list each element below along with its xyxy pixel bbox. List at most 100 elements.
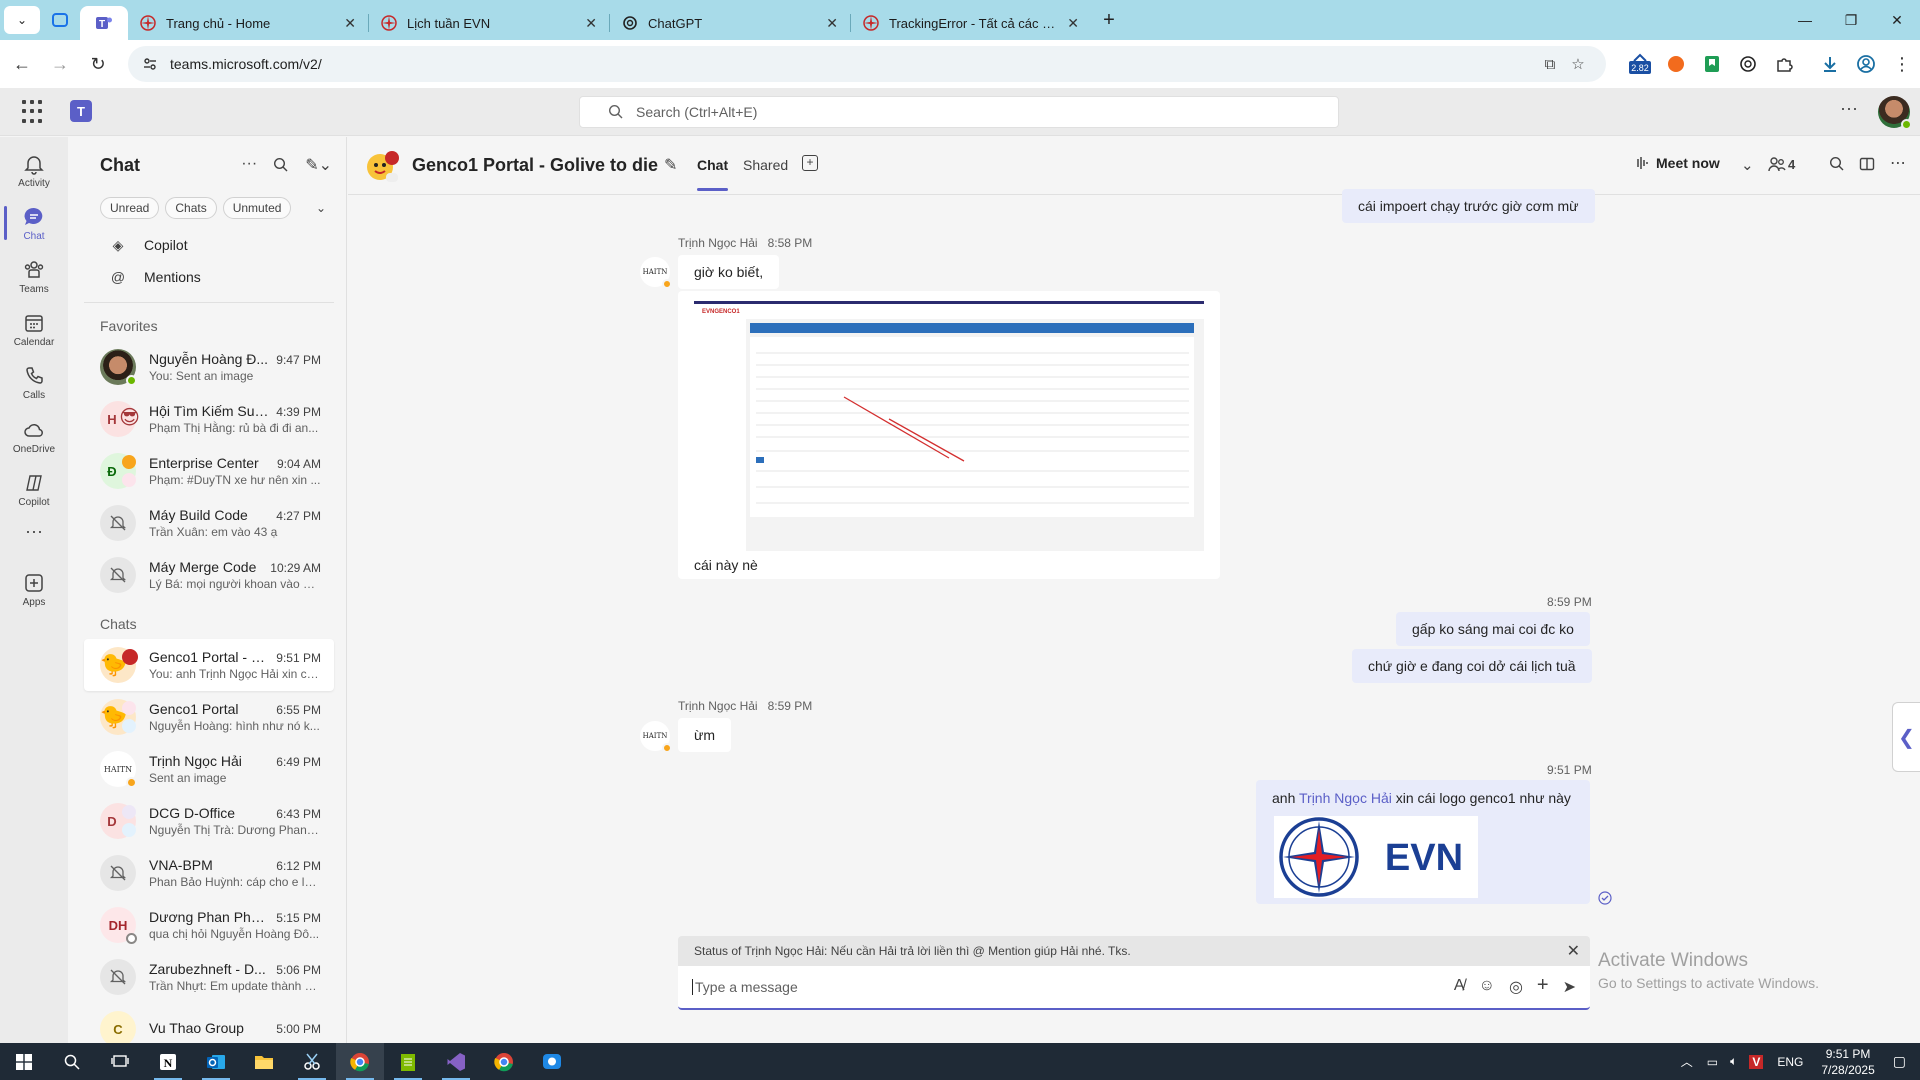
chat-item[interactable]: C Vu Thao Group 5:00 PM xyxy=(84,1003,334,1043)
network-icon[interactable]: ▭ xyxy=(1707,1055,1718,1069)
pinned-tab-workspaces[interactable] xyxy=(40,0,80,40)
search-input[interactable]: Search (Ctrl+Alt+E) xyxy=(579,96,1339,128)
send-icon[interactable]: ➤ xyxy=(1563,977,1576,997)
taskbar-app-visual-studio[interactable] xyxy=(432,1043,480,1080)
close-tab-icon[interactable]: ✕ xyxy=(344,15,356,32)
chevron-up-icon[interactable]: ︿ xyxy=(1681,1053,1693,1070)
shared-screenshot-image[interactable]: EVNGENCO1 xyxy=(694,301,1204,551)
task-view-button[interactable] xyxy=(96,1043,144,1080)
filter-chats[interactable]: Chats xyxy=(165,197,217,219)
green-bookmark-extension-icon[interactable] xyxy=(1694,46,1730,82)
taskbar-app-outlook[interactable] xyxy=(192,1043,240,1080)
rail-chat[interactable]: Chat xyxy=(0,196,68,250)
chat-item[interactable]: 🐤 Genco1 Portal 6:55 PM Nguyễn Hoàng: hìn… xyxy=(84,691,334,743)
tab-teams[interactable]: T xyxy=(80,6,128,40)
sender-avatar[interactable]: HAITN xyxy=(640,721,672,753)
group-avatar[interactable] xyxy=(366,149,400,183)
plus-icon[interactable]: + xyxy=(1537,975,1549,997)
tab-chatgpt[interactable]: ChatGPT ✕ xyxy=(610,6,850,40)
bookmark-star-icon[interactable]: ☆ xyxy=(1564,50,1592,78)
chat-item[interactable]: Nguyễn Hoàng Đ... 9:47 PM You: Sent an im… xyxy=(84,341,334,393)
site-info-icon[interactable] xyxy=(142,56,158,72)
pop-out-icon[interactable] xyxy=(1859,156,1875,172)
message-composer[interactable]: Type a message A̸ ☺ ◎ + ➤ xyxy=(678,966,1590,1010)
taskbar-app-explorer[interactable] xyxy=(240,1043,288,1080)
restore-button[interactable]: ❐ xyxy=(1828,0,1874,40)
taskbar-app-notion[interactable]: N xyxy=(144,1043,192,1080)
rail-teams[interactable]: Teams xyxy=(0,249,68,303)
close-tab-icon[interactable]: ✕ xyxy=(826,15,838,32)
tab-shared[interactable]: Shared xyxy=(743,157,788,173)
chat-item[interactable]: H 😎 Hội Tìm Kiếm Sug... 4:39 PM Phạm Thị … xyxy=(84,393,334,445)
search-icon[interactable] xyxy=(1829,156,1845,172)
taskbar-app-chrome[interactable] xyxy=(336,1043,384,1080)
tab-search-button[interactable]: ⌄ xyxy=(4,6,40,34)
rail-calendar[interactable]: Calendar xyxy=(0,302,68,356)
antivirus-icon[interactable]: V xyxy=(1749,1054,1764,1069)
rail-more-apps[interactable]: ··· xyxy=(0,515,68,547)
rail-activity[interactable]: Activity xyxy=(0,143,68,197)
reload-button[interactable]: ↻ xyxy=(82,48,114,80)
tab-tracking-error[interactable]: TrackingError - Tất cả các Khoả ✕ xyxy=(851,6,1091,40)
chat-item[interactable]: VNA-BPM 6:12 PM Phan Bảo Huỳnh: cáp cho e… xyxy=(84,847,334,899)
new-chat-icon[interactable]: ✎⌄ xyxy=(305,155,332,175)
downloads-icon[interactable] xyxy=(1812,46,1848,82)
message-input[interactable]: Type a message xyxy=(695,979,1454,995)
tab-trang-chu[interactable]: Trang chủ - Home ✕ xyxy=(128,6,368,40)
input-language[interactable]: ENG xyxy=(1777,1055,1803,1069)
close-icon[interactable]: ✕ xyxy=(1567,941,1580,961)
chat-item[interactable]: Đ Enterprise Center 9:04 AM Phạm: #DuyTN … xyxy=(84,445,334,497)
edit-name-icon[interactable]: ✎ xyxy=(664,155,677,175)
mention-link[interactable]: Trịnh Ngọc Hải xyxy=(1299,790,1392,806)
add-tab-icon[interactable]: + xyxy=(802,155,818,171)
taskbar-app-chat[interactable] xyxy=(528,1043,576,1080)
close-tab-icon[interactable]: ✕ xyxy=(1067,15,1079,32)
chats-header[interactable]: Chats xyxy=(68,609,346,639)
more-options-icon[interactable]: ⋯ xyxy=(1890,153,1906,173)
search-icon[interactable] xyxy=(273,157,289,173)
profile-icon[interactable] xyxy=(1848,46,1884,82)
close-tab-icon[interactable]: ✕ xyxy=(585,15,597,32)
chat-item[interactable]: Zarubezhneft - D... 5:06 PM Trần Nhựt: Em… xyxy=(84,951,334,1003)
minimize-button[interactable]: — xyxy=(1782,0,1828,40)
user-avatar[interactable] xyxy=(1878,96,1912,130)
filter-unread[interactable]: Unread xyxy=(100,197,160,219)
extensions-puzzle-icon[interactable] xyxy=(1766,46,1802,82)
close-window-button[interactable]: ✕ xyxy=(1874,0,1920,40)
rail-apps[interactable]: Apps xyxy=(0,562,68,616)
orange-extension-icon[interactable] xyxy=(1658,46,1694,82)
volume-muted-icon[interactable]: 🔈︎ xyxy=(1730,1054,1737,1069)
sender-avatar[interactable]: HAITN xyxy=(640,257,672,289)
loop-component-icon[interactable]: ◎ xyxy=(1509,977,1523,997)
rail-calls[interactable]: Calls xyxy=(0,355,68,409)
rail-onedrive[interactable]: OneDrive xyxy=(0,409,68,463)
side-panel-toggle[interactable]: ❮ xyxy=(1892,702,1920,772)
install-app-icon[interactable]: ⧉ xyxy=(1536,50,1564,78)
app-launcher-icon[interactable] xyxy=(22,100,46,124)
filter-unmuted[interactable]: Unmuted xyxy=(222,197,292,219)
chatgpt-extension-icon[interactable] xyxy=(1730,46,1766,82)
notifications-icon[interactable]: ▢ xyxy=(1893,1053,1906,1070)
clock[interactable]: 9:51 PM 7/28/2025 xyxy=(1821,1046,1874,1078)
browser-menu-icon[interactable]: ⋮ xyxy=(1884,46,1920,82)
forward-button[interactable]: → xyxy=(44,48,76,80)
chat-item[interactable]: Máy Merge Code 10:29 AM Lý Bá: mọi người … xyxy=(84,549,334,601)
new-tab-button[interactable]: + xyxy=(1091,2,1127,38)
taskbar-app-notepad[interactable] xyxy=(384,1043,432,1080)
taskbar-search-button[interactable] xyxy=(48,1043,96,1080)
address-bar[interactable]: teams.microsoft.com/v2/ ⧉ ☆ xyxy=(128,46,1606,82)
chat-item-selected[interactable]: 🐤 Genco1 Portal - G... 9:51 PM You: anh T… xyxy=(84,639,334,691)
format-icon[interactable]: A̸ xyxy=(1454,977,1465,997)
more-options-icon[interactable]: ··· xyxy=(1840,98,1858,119)
tab-lich-tuan[interactable]: Lịch tuần EVN ✕ xyxy=(369,6,609,40)
chat-item[interactable]: Máy Build Code 4:27 PM Trần Xuân: em vào … xyxy=(84,497,334,549)
rail-copilot[interactable]: Copilot xyxy=(0,462,68,516)
tab-chat[interactable]: Chat xyxy=(697,157,729,191)
meet-now-button[interactable]: Meet now xyxy=(1634,155,1720,171)
evn-logo-image[interactable]: EVN xyxy=(1274,816,1478,898)
emoji-icon[interactable]: ☺ xyxy=(1479,977,1495,997)
chevron-down-icon[interactable]: ⌄ xyxy=(316,201,326,215)
participants-button[interactable]: 4 xyxy=(1768,156,1795,172)
quick-item-copilot[interactable]: ◈ Copilot xyxy=(68,229,346,261)
start-button[interactable] xyxy=(0,1043,48,1080)
